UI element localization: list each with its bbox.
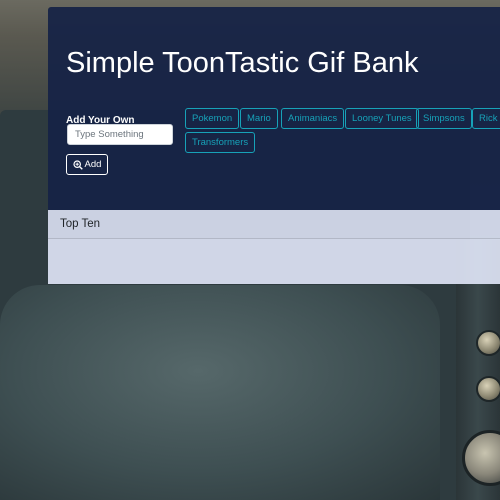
- page-title: Simple ToonTastic Gif Bank: [66, 47, 419, 79]
- topic-button-looney-tunes[interactable]: Looney Tunes: [345, 108, 419, 129]
- topic-button-animaniacs[interactable]: Animaniacs: [281, 108, 345, 129]
- tv-screen: [0, 285, 440, 500]
- topic-button-simpsons[interactable]: Simpsons: [416, 108, 472, 129]
- topic-buttons: Pokemon Mario Animaniacs Looney Tunes Si…: [185, 108, 500, 168]
- search-plus-icon: [72, 159, 83, 170]
- tv-knob: [476, 330, 500, 356]
- top-ten-body: [48, 239, 500, 284]
- jumbotron: Simple ToonTastic Gif Bank Add Your Own …: [48, 7, 500, 210]
- topic-button-rick[interactable]: Rick: [472, 108, 500, 129]
- add-button-label: Add: [84, 159, 102, 170]
- topic-button-transformers[interactable]: Transformers: [185, 132, 256, 153]
- top-ten-card: Top Ten: [48, 210, 500, 284]
- tv-knob: [476, 376, 500, 402]
- add-button[interactable]: Add: [66, 154, 108, 175]
- topic-button-mario[interactable]: Mario: [240, 108, 278, 129]
- top-ten-header: Top Ten: [48, 210, 500, 239]
- topic-button-pokemon[interactable]: Pokemon: [185, 108, 240, 129]
- add-topic-input[interactable]: [67, 124, 173, 145]
